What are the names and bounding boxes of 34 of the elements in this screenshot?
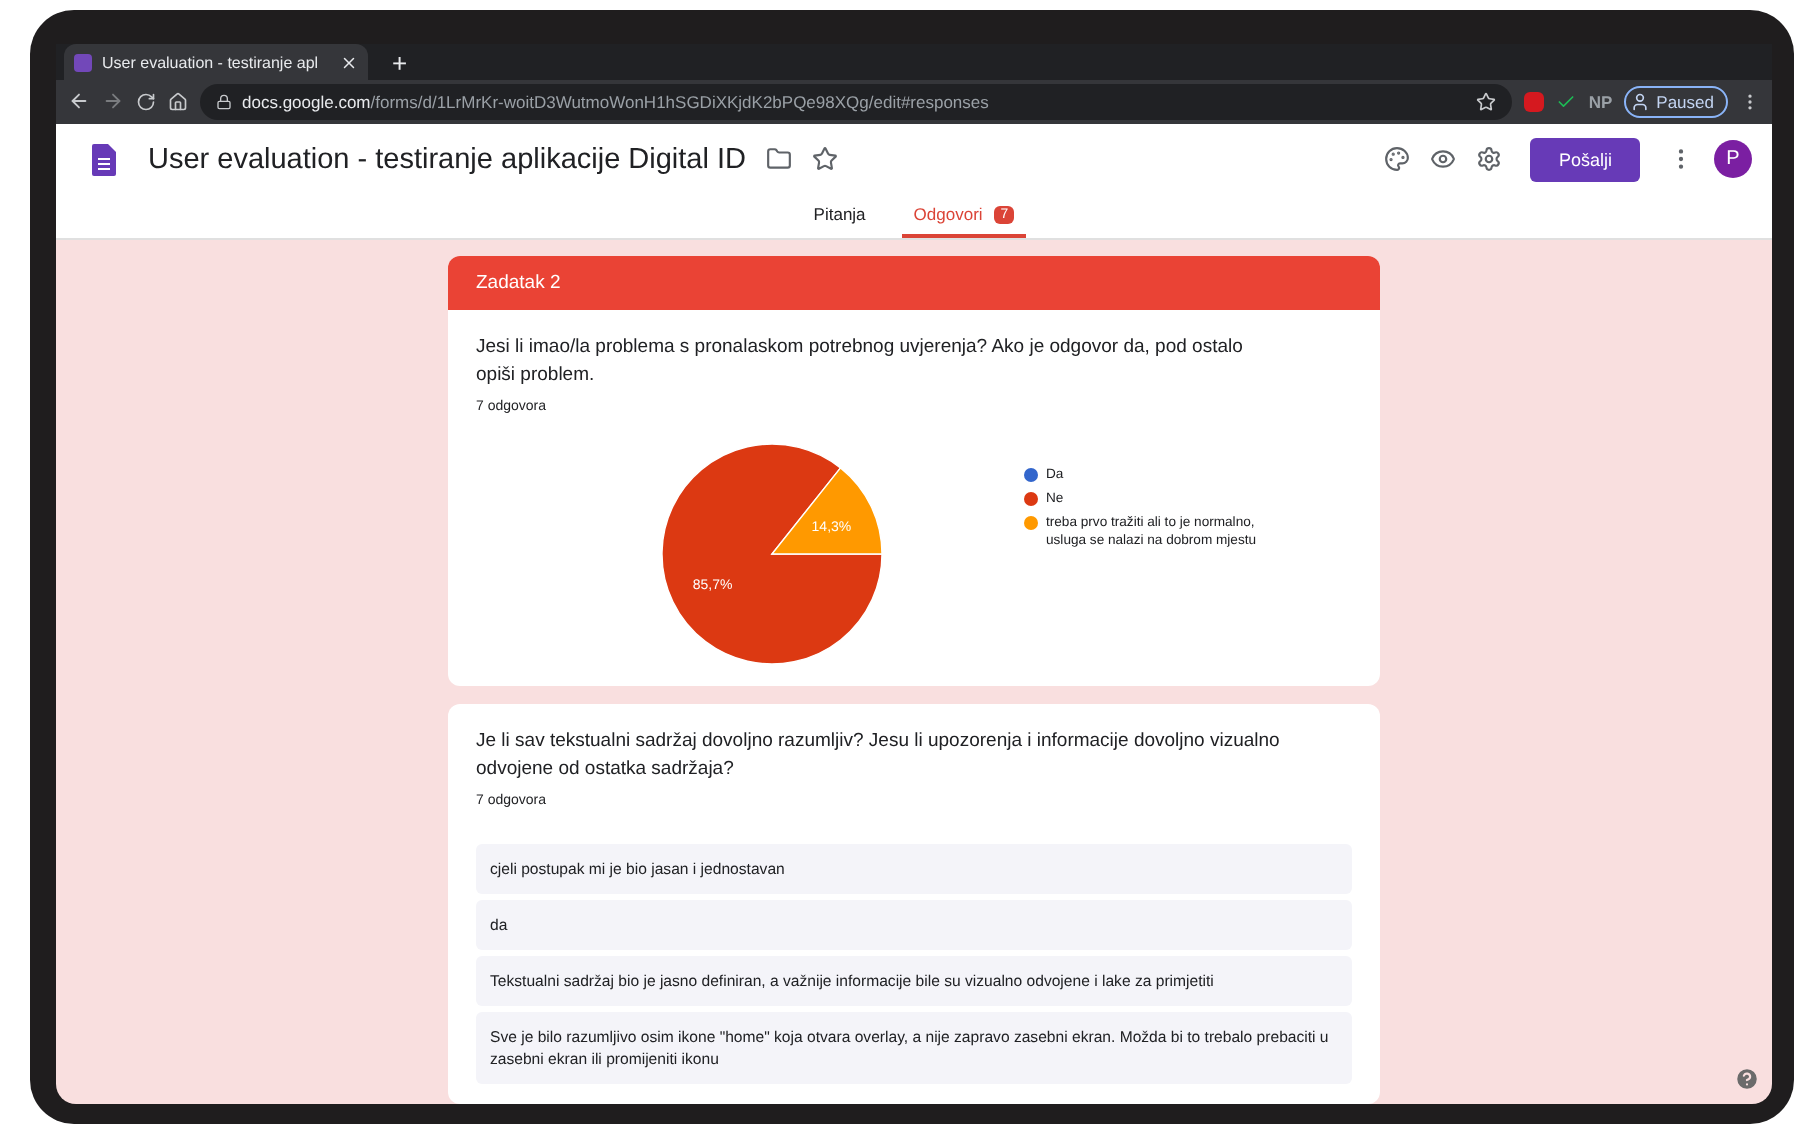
legend-dot	[1024, 492, 1038, 506]
section-header: Zadatak 2	[448, 256, 1380, 310]
help-icon[interactable]	[1734, 1066, 1760, 1092]
legend-dot	[1024, 468, 1038, 482]
back-icon[interactable]	[68, 90, 90, 113]
bookmark-star-icon[interactable]	[1476, 91, 1497, 112]
account-avatar[interactable]: P	[1714, 140, 1752, 178]
question-text: Jesi li imao/la problema s pronalaskom potrebnog uvjerenja? Ako je odgovor da, pod ostalo opiši problem.	[476, 334, 1245, 390]
star-icon[interactable]	[812, 146, 838, 172]
address-bar[interactable]: docs.google.com/forms/d/1LrMrKr-woitD3WutmoWonH1hSGDiXKjdK2bPQe98XQg/edit#responses	[200, 83, 1513, 120]
url-text: docs.google.com/forms/d/1LrMrKr-woitD3WutmoWonH1hSGDiXKjdK2bPQe98XQg/edit#responses	[242, 91, 989, 112]
profile-button[interactable]: Paused	[1624, 85, 1728, 118]
extension-label[interactable]: NP	[1588, 91, 1613, 112]
tab-title: User evaluation - testiranje apl	[102, 53, 321, 71]
new-tab-button[interactable]: +	[384, 48, 416, 80]
lock-icon	[216, 93, 232, 110]
reload-icon[interactable]	[136, 91, 156, 112]
folder-icon[interactable]	[766, 146, 792, 172]
preview-eye-icon[interactable]	[1430, 146, 1457, 172]
question-text: Je li sav tekstualni sadržaj dovoljno razumljiv? Jesu li upozorenja i informacije dovoljno vizualno odvojene od ostatka sadržaja?	[476, 728, 1280, 784]
user-icon	[1630, 91, 1651, 112]
legend-dot	[1024, 516, 1038, 530]
tab[interactable]: Pitanja	[801, 194, 878, 238]
close-icon[interactable]	[340, 53, 358, 71]
send-button[interactable]: Pošalji	[1530, 137, 1640, 181]
form-title: User evaluation - testiranje aplikacije Digital ID	[148, 143, 746, 175]
settings-icon[interactable]	[1476, 146, 1503, 172]
palette-icon[interactable]	[1384, 146, 1411, 172]
forms-icon[interactable]	[92, 143, 116, 175]
forms-favicon-icon	[74, 53, 92, 71]
forward-icon[interactable]	[102, 90, 124, 113]
browser-tab[interactable]: User evaluation - testiranje apl	[64, 44, 368, 80]
home-icon[interactable]	[168, 91, 188, 112]
extension-check-icon[interactable]	[1556, 91, 1577, 112]
